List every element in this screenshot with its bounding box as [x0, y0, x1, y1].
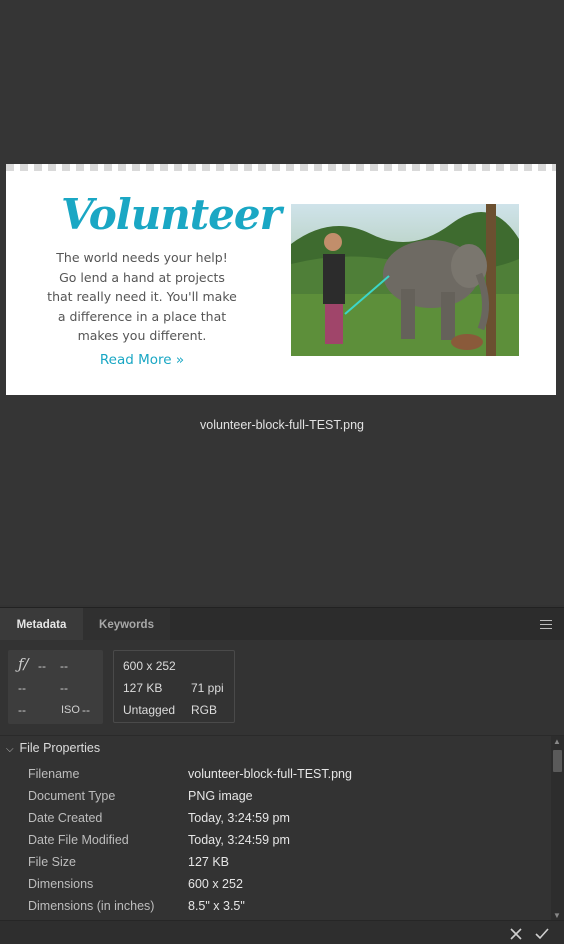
iso-label: ISO	[61, 704, 80, 716]
camera-value: --	[18, 681, 26, 695]
property-label: Document Type	[28, 789, 116, 803]
camera-data-box: ƒ/ -- -- -- -- -- ISO --	[8, 650, 103, 724]
divider	[0, 735, 564, 736]
property-row: Date File Modified Today, 3:24:59 pm	[28, 830, 548, 852]
section-title: File Properties	[19, 741, 101, 755]
image-thumbnail[interactable]: Volunteer The world needs your help! Go …	[6, 164, 556, 395]
property-label: Dimensions	[28, 877, 94, 891]
camera-value: --	[60, 681, 68, 695]
property-value: 8.5" x 3.5"	[188, 899, 245, 913]
file-info-box: 600 x 252 127 KB 71 ppi Untagged RGB	[113, 650, 235, 723]
property-value: PNG image	[188, 789, 253, 803]
iso-value: --	[82, 703, 90, 717]
vertical-scrollbar[interactable]: ▲ ▼	[551, 736, 564, 920]
property-row: File Size 127 KB	[28, 852, 548, 874]
property-row: Filename volunteer-block-full-TEST.png	[28, 764, 548, 786]
dimensions-value: 600 x 252	[123, 659, 176, 673]
color-profile-value: Untagged	[123, 703, 176, 717]
thumbnail-read-more: Read More »	[99, 352, 185, 368]
aperture-value: --	[38, 659, 46, 673]
property-row: Date Created Today, 3:24:59 pm	[28, 808, 548, 830]
panel-footer	[0, 920, 564, 944]
f-stop-icon: ƒ/	[18, 655, 29, 673]
scrollbar-thumb[interactable]	[553, 750, 562, 772]
section-file-properties[interactable]: ⌵ File Properties	[6, 741, 100, 755]
transparency-strip	[6, 164, 556, 171]
chevron-down-icon: ⌵	[6, 744, 14, 755]
property-value: Today, 3:24:59 pm	[188, 811, 290, 825]
thumbnail-title: Volunteer	[61, 190, 282, 239]
elephant-photo	[291, 204, 519, 356]
property-value: Today, 3:24:59 pm	[188, 833, 290, 847]
property-value: volunteer-block-full-TEST.png	[188, 767, 352, 781]
file-properties-list: Filename volunteer-block-full-TEST.png D…	[28, 764, 548, 918]
property-row: Dimensions 600 x 252	[28, 874, 548, 896]
property-label: Date Created	[28, 811, 103, 825]
resolution-value: 71 ppi	[191, 681, 224, 695]
shutter-value: --	[60, 659, 68, 673]
tab-keywords[interactable]: Keywords	[83, 608, 170, 641]
property-label: Date File Modified	[28, 833, 129, 847]
file-size-value: 127 KB	[123, 681, 163, 695]
property-label: Filename	[28, 767, 80, 781]
property-value: 127 KB	[188, 855, 230, 869]
tab-metadata[interactable]: Metadata	[0, 608, 83, 641]
property-label: File Size	[28, 855, 76, 869]
property-value: 600 x 252	[188, 877, 243, 891]
property-row: Dimensions (in inches) 8.5" x 3.5"	[28, 896, 548, 918]
panel-tab-bar: Metadata Keywords	[0, 607, 564, 641]
panel-menu-icon[interactable]	[540, 620, 552, 629]
apply-check-icon[interactable]	[534, 926, 550, 942]
metadata-panel: ƒ/ -- -- -- -- -- ISO -- 600 x 252 127 K…	[0, 640, 564, 920]
camera-value: --	[18, 703, 26, 717]
scroll-up-icon[interactable]: ▲	[553, 737, 561, 746]
thumbnail-filename: volunteer-block-full-TEST.png	[200, 418, 364, 432]
cancel-icon[interactable]	[508, 926, 524, 942]
property-label: Dimensions (in inches)	[28, 899, 155, 913]
thumbnail-blurb: The world needs your help! Go lend a han…	[47, 250, 237, 343]
property-row: Document Type PNG image	[28, 786, 548, 808]
preview-area: Volunteer The world needs your help! Go …	[0, 0, 564, 605]
scroll-down-icon[interactable]: ▼	[553, 911, 561, 920]
color-mode-value: RGB	[191, 703, 218, 717]
